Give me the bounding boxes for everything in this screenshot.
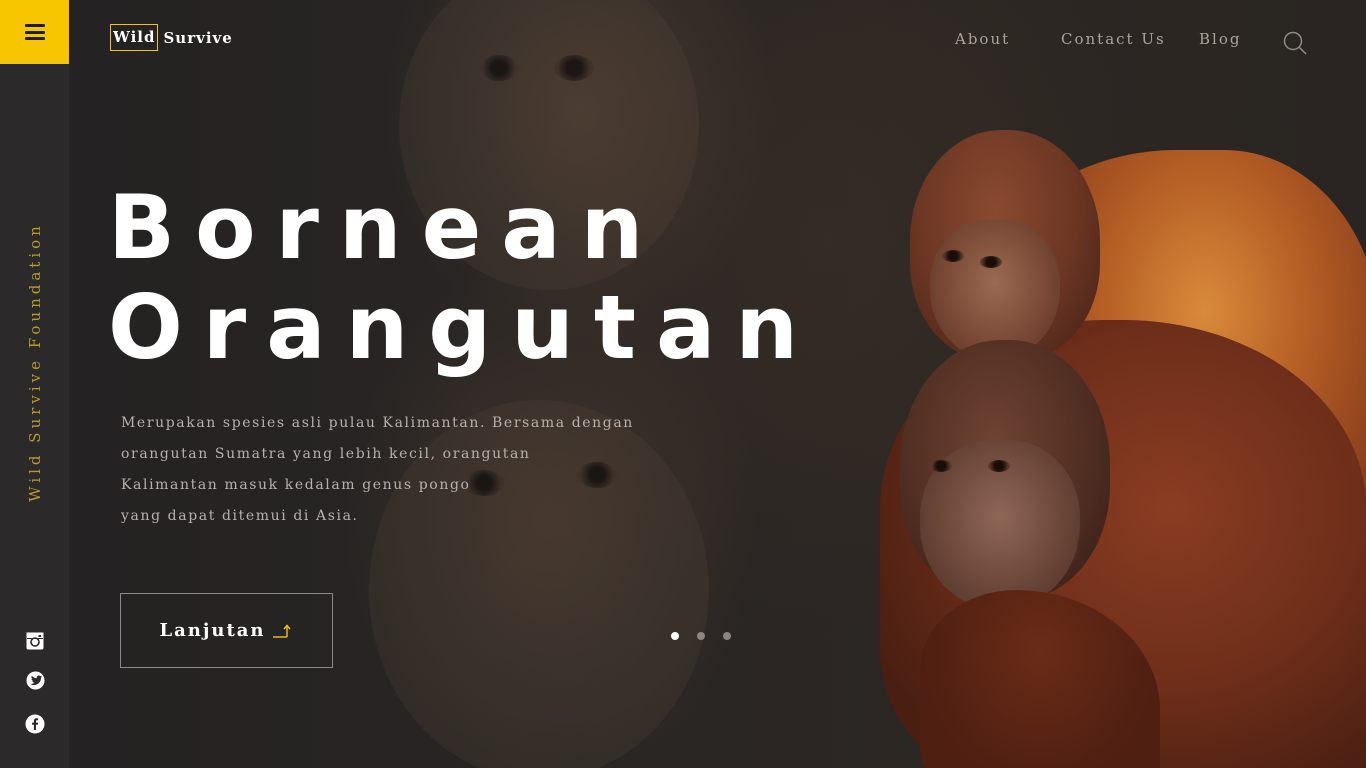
hero-title: Bornean Orangutan bbox=[108, 178, 818, 378]
hero-title-line-2: Orangutan bbox=[108, 276, 818, 379]
background-eye bbox=[554, 55, 594, 81]
sidebar-vertical-title: Wild Survive Foundation bbox=[26, 222, 44, 502]
carousel-dots bbox=[671, 632, 731, 640]
instagram-link[interactable] bbox=[25, 631, 45, 651]
facebook-link[interactable] bbox=[25, 714, 45, 734]
site-logo[interactable]: Wild Survive bbox=[110, 24, 233, 51]
arrow-up-right-icon bbox=[272, 623, 291, 638]
facebook-icon bbox=[25, 714, 45, 734]
logo-word-survive: Survive bbox=[163, 28, 233, 47]
description-line: Merupakan spesies asli pulau Kalimantan.… bbox=[121, 415, 634, 431]
baby-orangutan-face bbox=[930, 220, 1060, 360]
carousel-dot-2[interactable] bbox=[697, 632, 705, 640]
sidebar: Wild Survive Foundation bbox=[0, 0, 69, 768]
twitter-link[interactable] bbox=[25, 670, 45, 690]
baby-eye bbox=[980, 256, 1002, 268]
hero-title-line-1: Bornean bbox=[108, 176, 664, 279]
instagram-icon bbox=[26, 632, 44, 650]
lanjutan-button-label: Lanjutan bbox=[159, 620, 266, 641]
carousel-dot-1[interactable] bbox=[671, 632, 679, 640]
description-line: orangutan Sumatra yang lebih kecil, oran… bbox=[121, 446, 531, 462]
background-eye bbox=[479, 55, 519, 81]
description-line: yang dapat ditemui di Asia. bbox=[121, 508, 359, 524]
logo-word-wild: Wild bbox=[110, 24, 159, 51]
mother-eye bbox=[988, 460, 1010, 472]
search-button[interactable] bbox=[1282, 30, 1308, 56]
description-line: Kalimantan masuk kedalam genus pongo bbox=[121, 477, 471, 493]
nav-contact-us[interactable]: Contact Us bbox=[1061, 30, 1166, 48]
nav-blog[interactable]: Blog bbox=[1199, 30, 1241, 48]
hamburger-menu-icon bbox=[24, 24, 45, 40]
hero-description: Merupakan spesies asli pulau Kalimantan.… bbox=[121, 408, 641, 532]
search-icon bbox=[1283, 31, 1307, 55]
nav-about[interactable]: About bbox=[955, 30, 1010, 48]
lanjutan-button[interactable]: Lanjutan bbox=[120, 593, 333, 668]
menu-button[interactable] bbox=[0, 0, 69, 64]
baby-eye bbox=[942, 250, 964, 262]
mother-eye bbox=[930, 460, 952, 472]
twitter-icon bbox=[25, 670, 45, 690]
orangutan-illustration bbox=[880, 120, 1366, 768]
carousel-dot-3[interactable] bbox=[723, 632, 731, 640]
